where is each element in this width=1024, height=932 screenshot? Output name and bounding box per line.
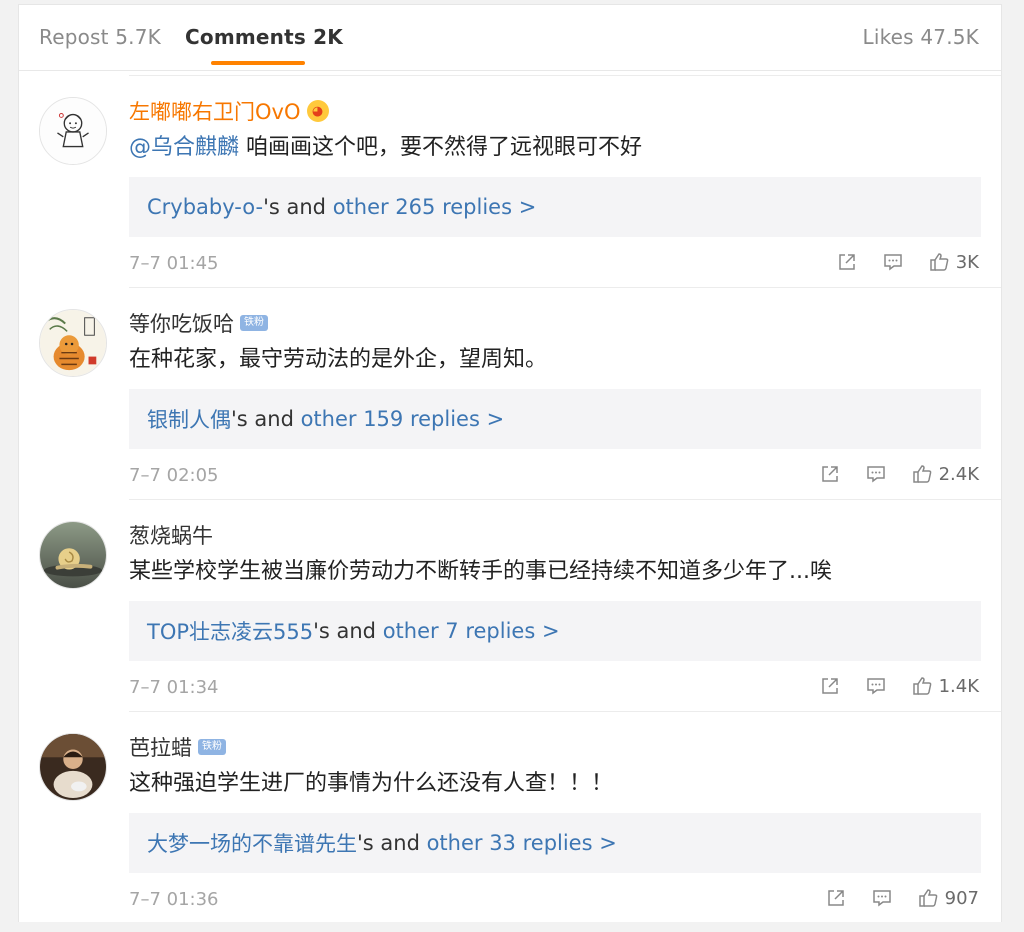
replies-preview[interactable]: Crybaby-o- 's and other 265 replies > xyxy=(129,177,981,237)
tiger-avatar-icon xyxy=(40,310,106,376)
comment-text: 在种花家，最守劳动法的是外企，望周知。 xyxy=(129,347,548,372)
share-button[interactable] xyxy=(819,463,841,485)
active-tab-indicator xyxy=(211,61,305,65)
share-icon xyxy=(821,466,838,482)
more-replies-link[interactable]: other 7 replies > xyxy=(383,619,560,643)
more-replies-link[interactable]: other 159 replies > xyxy=(301,407,505,431)
avatar[interactable] xyxy=(39,733,107,801)
timestamp: 7–7 01:45 xyxy=(129,253,219,274)
more-replies-link[interactable]: other 265 replies > xyxy=(333,195,537,219)
sketch-avatar-icon xyxy=(40,98,106,164)
avatar[interactable] xyxy=(39,97,107,165)
snail-avatar-icon xyxy=(40,522,106,588)
username-row: 葱烧蜗牛 xyxy=(129,521,213,549)
like-button[interactable]: 907 xyxy=(917,887,979,909)
more-replies-link[interactable]: other 33 replies > xyxy=(427,831,617,855)
username[interactable]: 等你吃饭哈 xyxy=(129,308,234,338)
share-button[interactable] xyxy=(819,675,841,697)
like-button[interactable]: 2.4K xyxy=(911,463,979,485)
timestamp: 7–7 02:05 xyxy=(129,465,219,486)
like-icon xyxy=(912,677,931,695)
comment-icon xyxy=(883,254,902,271)
like-button[interactable]: 3K xyxy=(928,251,979,273)
reply-connector: 's and xyxy=(357,831,427,855)
reply-connector: 's and xyxy=(313,619,383,643)
username[interactable]: 左嘟嘟右卫门OvO xyxy=(129,96,301,126)
like-button[interactable]: 1.4K xyxy=(911,675,979,697)
reply-connector: 's and xyxy=(231,407,301,431)
share-icon xyxy=(838,254,855,270)
like-count: 2.4K xyxy=(938,463,979,485)
username-row: 等你吃饭哈 铁粉 xyxy=(129,309,268,337)
like-count: 3K xyxy=(955,251,979,273)
reply-user-link[interactable]: Crybaby-o- xyxy=(147,195,263,219)
replies-preview[interactable]: TOP壮志凌云555 's and other 7 replies > xyxy=(129,601,981,661)
like-icon xyxy=(912,465,931,483)
reply-user-link[interactable]: TOP壮志凌云555 xyxy=(147,616,313,646)
comment-actions: 3K xyxy=(836,251,979,273)
comment-icon xyxy=(866,466,885,483)
comments-panel: Repost 5.7K Comments 2K Likes 47.5K 左嘟嘟右… xyxy=(18,4,1002,922)
share-icon xyxy=(827,890,844,906)
tab-repost[interactable]: Repost 5.7K xyxy=(39,25,161,49)
photo-avatar-icon xyxy=(40,734,106,800)
username[interactable]: 葱烧蜗牛 xyxy=(129,520,213,550)
divider xyxy=(129,75,1001,76)
comment-button[interactable] xyxy=(871,887,893,909)
replies-preview[interactable]: 银制人偶 's and other 159 replies > xyxy=(129,389,981,449)
username[interactable]: 芭拉蜡 xyxy=(129,732,192,762)
like-count: 1.4K xyxy=(938,675,979,697)
share-icon xyxy=(821,678,838,694)
vip-emoji-icon: ◕ xyxy=(306,100,329,122)
username-row: 芭拉蜡 铁粉 xyxy=(129,733,226,761)
like-count: 907 xyxy=(944,887,979,909)
mention-link[interactable]: @乌合麒麟 xyxy=(129,135,239,160)
comment-text: @乌合麒麟 咱画画这个吧，要不然得了远视眼可不好 xyxy=(129,129,642,161)
like-icon xyxy=(929,253,949,271)
like-icon xyxy=(918,889,937,907)
divider xyxy=(129,711,1001,712)
tab-comments[interactable]: Comments 2K xyxy=(185,25,343,49)
comment-text: 这种强迫学生进厂的事情为什么还没有人查！！！ xyxy=(129,771,614,796)
username-row: 左嘟嘟右卫门OvO ◕ xyxy=(129,97,329,125)
comment-button[interactable] xyxy=(882,251,904,273)
comment-icon xyxy=(872,890,891,907)
comment-icon xyxy=(866,678,885,695)
divider xyxy=(129,499,1001,500)
reply-user-link[interactable]: 银制人偶 xyxy=(147,404,231,434)
fan-badge: 铁粉 xyxy=(240,315,268,331)
share-button[interactable] xyxy=(825,887,847,909)
share-button[interactable] xyxy=(836,251,858,273)
timestamp: 7–7 01:34 xyxy=(129,677,219,698)
divider xyxy=(129,287,1001,288)
timestamp: 7–7 01:36 xyxy=(129,889,219,910)
comment-actions: 907 xyxy=(825,887,979,909)
comment-text: 某些学校学生被当廉价劳动力不断转手的事已经持续不知道多少年了...唉 xyxy=(129,559,832,584)
avatar[interactable] xyxy=(39,521,107,589)
avatar[interactable] xyxy=(39,309,107,377)
reply-connector: 's and xyxy=(263,195,333,219)
comment-button[interactable] xyxy=(865,675,887,697)
comment-actions: 1.4K xyxy=(819,675,979,697)
fan-badge: 铁粉 xyxy=(198,739,226,755)
replies-preview[interactable]: 大梦一场的不靠谱先生 's and other 33 replies > xyxy=(129,813,981,873)
comment-body: 咱画画这个吧，要不然得了远视眼可不好 xyxy=(239,135,643,160)
comment-button[interactable] xyxy=(865,463,887,485)
reply-user-link[interactable]: 大梦一场的不靠谱先生 xyxy=(147,828,357,858)
tab-likes[interactable]: Likes 47.5K xyxy=(863,25,980,49)
comment-actions: 2.4K xyxy=(819,463,979,485)
tab-bar: Repost 5.7K Comments 2K Likes 47.5K xyxy=(19,5,1001,71)
